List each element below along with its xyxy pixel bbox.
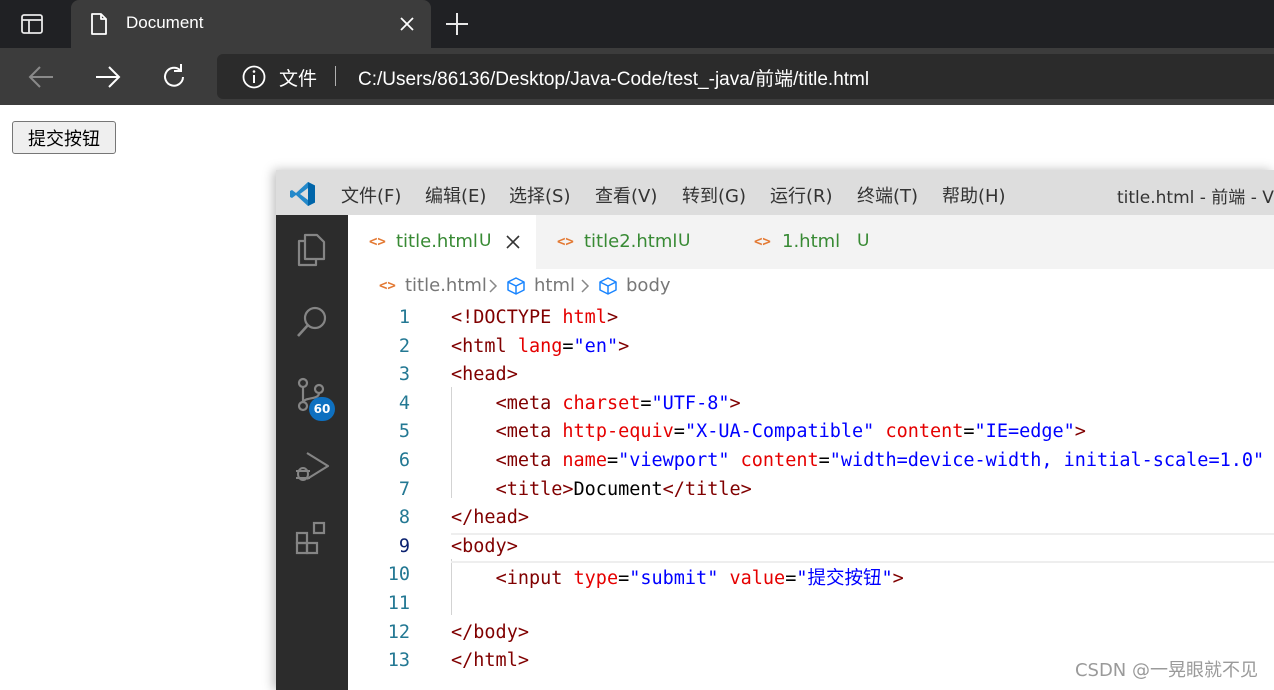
symbol-element-icon [599,277,617,295]
close-icon[interactable] [505,234,521,250]
breadcrumb: <> title.html html body [348,269,1274,303]
run-debug-icon[interactable] [293,447,331,485]
code-line: 11 [348,590,1274,619]
address-scheme-label: 文件 [279,69,318,90]
menu-help[interactable]: 帮助(H) [942,182,1006,208]
code-line: 1 <!DOCTYPE html> [348,304,1274,333]
line-number: 9 [398,535,410,557]
code-text: <head> [451,364,518,386]
html-file-icon: <> [379,278,396,294]
code-text: <meta charset="UTF-8"> [495,392,741,414]
line-number: 6 [398,450,410,471]
menu-selection[interactable]: 选择(S) [509,182,570,208]
editor-tab-title2-html[interactable]: <> title2.html U [536,215,734,269]
explorer-files-icon[interactable] [293,231,331,269]
code-line: 6 <meta name="viewport" content="width=d… [348,447,1274,476]
source-control-badge: 60 [309,397,335,421]
back-arrow-icon[interactable] [26,62,56,92]
line-number: 2 [398,335,410,357]
forward-arrow-icon[interactable] [93,62,123,92]
submit-button[interactable]: 提交按钮 [12,121,116,154]
untracked-status: U [678,231,691,251]
editor-tab-1-html[interactable]: <> 1.html U [734,215,912,269]
code-editor[interactable]: 1 <!DOCTYPE html> 2 <html lang="en"> 3 <… [348,304,1274,690]
address-divider [335,66,336,86]
info-icon[interactable] [241,64,267,90]
vscode-menu-bar: 文件(F) 编辑(E) 选择(S) 查看(V) 转到(G) 运行(R) 终端(T… [276,170,1274,215]
code-text: <meta http-equiv="X-UA-Compatible" conte… [495,421,1086,443]
chevron-right-icon [489,279,498,293]
window-title: title.html - 前端 - Vi [1117,188,1274,208]
vscode-window: 文件(F) 编辑(E) 选择(S) 查看(V) 转到(G) 运行(R) 终端(T… [276,170,1274,690]
line-number: 1 [398,307,410,328]
code-line: 4 <meta charset="UTF-8"> [348,390,1274,419]
line-number: 4 [398,392,410,414]
line-number: 5 [398,421,410,443]
code-text: </html> [451,650,529,672]
code-line: 5 <meta http-equiv="X-UA-Compatible" con… [348,418,1274,447]
symbol-element-icon [507,277,525,295]
untracked-status: U [479,231,492,251]
current-line-highlight [451,532,1274,563]
line-number: 8 [398,507,410,529]
code-line: 2 <html lang="en"> [348,333,1274,362]
html-file-icon: <> [754,234,771,250]
code-text: <input type="submit" value="提交按钮"> [495,568,904,590]
watermark: CSDN @一晃眼就不见 [1074,660,1258,681]
browser-tab-title: Document [126,13,204,32]
refresh-icon[interactable] [159,62,189,92]
address-url[interactable]: C:/Users/86136/Desktop/Java-Code/test_-j… [358,64,869,91]
editor-tab-label: title.html [396,231,478,252]
line-number: 10 [387,564,410,586]
code-text: <title>Document</title> [495,478,752,500]
code-line: 7 <title>Document</title> [348,476,1274,505]
menu-run[interactable]: 运行(R) [770,182,833,208]
editor-tab-label: 1.html [782,231,841,252]
code-text: <html lang="en"> [451,335,630,357]
address-bar[interactable]: 文件 C:/Users/86136/Desktop/Java-Code/test… [217,54,1274,99]
browser-tab-document[interactable]: Document [71,0,431,48]
code-text: </head> [451,507,529,529]
line-number: 12 [387,621,410,643]
editor-tab-bar: <> title.html U <> title2.html U <> 1.ht… [348,215,1274,269]
breadcrumb-html[interactable]: html [534,275,575,296]
tab-actions-icon[interactable] [20,12,44,36]
new-tab-icon[interactable] [444,11,470,37]
activity-bar: 60 [276,215,348,690]
code-text: <meta name="viewport" content="width=dev… [495,450,1265,471]
menu-edit[interactable]: 编辑(E) [425,182,486,208]
breadcrumb-file[interactable]: title.html [405,275,487,296]
html-file-icon: <> [557,234,574,250]
extensions-icon[interactable] [293,519,331,557]
browser-tab-bar: Document [0,0,1274,48]
breadcrumb-body[interactable]: body [626,275,671,296]
document-icon [91,13,107,35]
browser-toolbar: 文件 C:/Users/86136/Desktop/Java-Code/test… [0,48,1274,105]
line-number: 13 [387,650,410,672]
code-line: 10 <input type="submit" value="提交按钮"> [348,561,1274,590]
line-number: 7 [398,478,410,500]
untracked-status: U [857,231,870,251]
code-text: <!DOCTYPE html> [451,307,619,328]
editor-tab-label: title2.html [584,231,678,252]
vscode-logo-icon [290,182,315,206]
code-line: 8 </head> [348,504,1274,533]
code-line: 12 </body> [348,619,1274,648]
editor-tab-title-html[interactable]: <> title.html U [348,215,536,269]
search-icon[interactable] [293,303,331,341]
line-number: 11 [387,593,410,614]
line-number: 3 [398,364,410,386]
code-text: <body> [451,535,518,557]
html-file-icon: <> [369,234,386,250]
menu-file[interactable]: 文件(F) [341,182,401,208]
menu-go[interactable]: 转到(G) [682,182,746,208]
code-line-current: 9 <body> [348,532,1274,563]
menu-terminal[interactable]: 终端(T) [857,182,918,208]
code-line: 3 <head> [348,361,1274,390]
menu-view[interactable]: 查看(V) [595,182,657,208]
code-text: </body> [451,621,529,643]
chevron-right-icon [581,279,590,293]
close-tab-icon[interactable] [397,14,417,34]
